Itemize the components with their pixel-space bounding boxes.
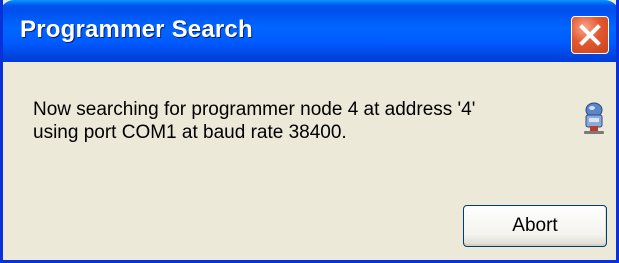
status-message: Now searching for programmer node 4 at a… xyxy=(33,98,553,144)
close-icon xyxy=(579,24,601,46)
dialog-window: Programmer Search Now searching for prog… xyxy=(0,0,619,263)
abort-button[interactable]: Abort xyxy=(463,205,607,247)
message-line-1: Now searching for programmer node 4 at a… xyxy=(33,99,476,120)
title-bar[interactable]: Programmer Search xyxy=(3,0,616,62)
window-title: Programmer Search xyxy=(20,16,253,43)
message-line-2: using port COM1 at baud rate 38400. xyxy=(33,122,347,143)
network-node-icon xyxy=(584,102,604,134)
close-button[interactable] xyxy=(571,16,609,54)
